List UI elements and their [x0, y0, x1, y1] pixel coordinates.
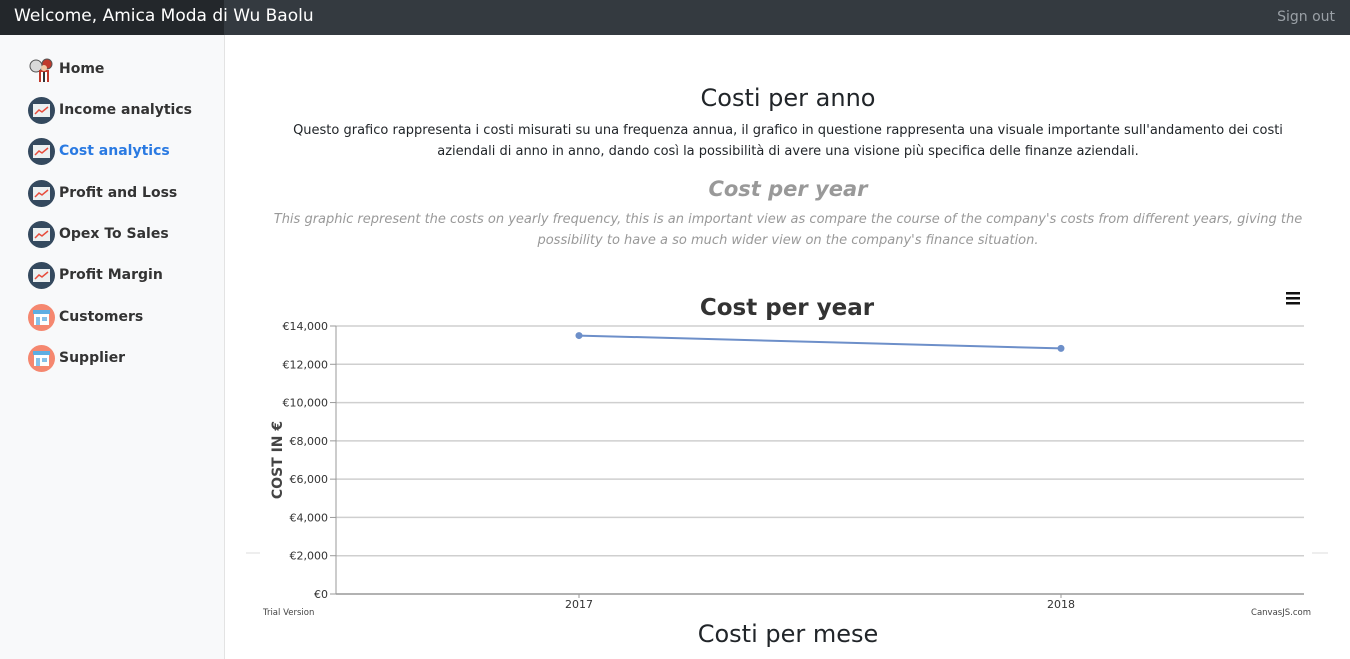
chart-icon [28, 96, 55, 124]
chart-svg: Cost per year COST IN € €0 €2,000 €4,000 €6… [246, 292, 1328, 618]
section-description-en: This graphic represent the costs on year… [273, 212, 1303, 248]
sidebar-item-label: Profit Margin [59, 267, 163, 283]
sign-out-link[interactable]: Sign out [1277, 9, 1335, 25]
sidebar-item-label: Opex To Sales [59, 226, 169, 242]
next-section-title: Costi per mese [697, 620, 879, 648]
sidebar-item-label: Customers [59, 309, 144, 325]
series-line [578, 334, 1062, 350]
section-description-it: Questo grafico rappresenta i costi misur… [293, 123, 1283, 159]
data-point[interactable] [1057, 344, 1065, 352]
y-tick-label: €2,000 [290, 550, 329, 563]
main-content: Costi per anno Questo grafico rappresent… [226, 35, 1350, 659]
sidebar-item-label: Income analytics [59, 102, 192, 118]
sidebar-item-home[interactable]: Home [28, 55, 104, 83]
chart-title: Cost per year [700, 295, 875, 321]
chart-icon [28, 179, 55, 207]
cost-per-year-chart: Cost per year COST IN € €0 €2,000 €4,000 €6… [246, 285, 1328, 625]
sidebar-item-profit-margin[interactable]: Profit Margin [28, 261, 163, 289]
sidebar-item-supplier[interactable]: Supplier [28, 344, 125, 372]
y-tick-label: €12,000 [283, 358, 329, 371]
brand-area: Welcome, Amica Moda di Wu Baolu [0, 0, 314, 35]
sidebar-item-customers[interactable]: Customers [28, 303, 143, 331]
store-icon [28, 303, 55, 331]
chart-icon [28, 137, 55, 165]
sidebar-item-label: Supplier [59, 350, 126, 366]
sidebar-item-label: Cost analytics [59, 143, 170, 159]
sidebar-item-opex-to-sales[interactable]: Opex To Sales [28, 220, 169, 248]
y-tick-label: €4,000 [290, 511, 329, 524]
data-point[interactable] [575, 332, 583, 340]
section-title-en: Cost per year [708, 177, 868, 201]
chart-icon [28, 220, 55, 248]
y-tick-label: €10,000 [283, 397, 329, 410]
trial-version-label: Trial Version [262, 608, 314, 618]
x-tick-label: 2018 [1047, 598, 1075, 611]
store-icon [28, 344, 55, 372]
y-tick-label: €14,000 [283, 320, 329, 333]
chart-menu-icon[interactable] [1286, 292, 1300, 305]
y-tick-label: €0 [314, 588, 328, 601]
canvasjs-credit-link[interactable]: CanvasJS.com [1251, 608, 1311, 618]
chart-icon [28, 261, 55, 289]
brand-title[interactable]: Welcome, Amica Moda di Wu Baolu [14, 6, 314, 26]
sidebar-item-cost-analytics[interactable]: Cost analytics [28, 137, 170, 165]
section-title-it: Costi per anno [700, 84, 876, 112]
sidebar-item-label: Profit and Loss [59, 185, 178, 201]
y-tick-label: €8,000 [290, 435, 329, 448]
y-axis-label: COST IN € [270, 421, 286, 499]
top-navbar: Welcome, Amica Moda di Wu Baolu Sign out [0, 0, 1350, 35]
sidebar: Home Income analytics Cost analytics Pro… [0, 35, 225, 659]
x-tick-label: 2017 [565, 598, 593, 611]
sidebar-item-profit-and-loss[interactable]: Profit and Loss [28, 179, 177, 207]
sidebar-item-label: Home [59, 61, 105, 77]
y-tick-label: €6,000 [290, 473, 329, 486]
home-icon [28, 56, 55, 83]
sidebar-item-income-analytics[interactable]: Income analytics [28, 96, 192, 124]
